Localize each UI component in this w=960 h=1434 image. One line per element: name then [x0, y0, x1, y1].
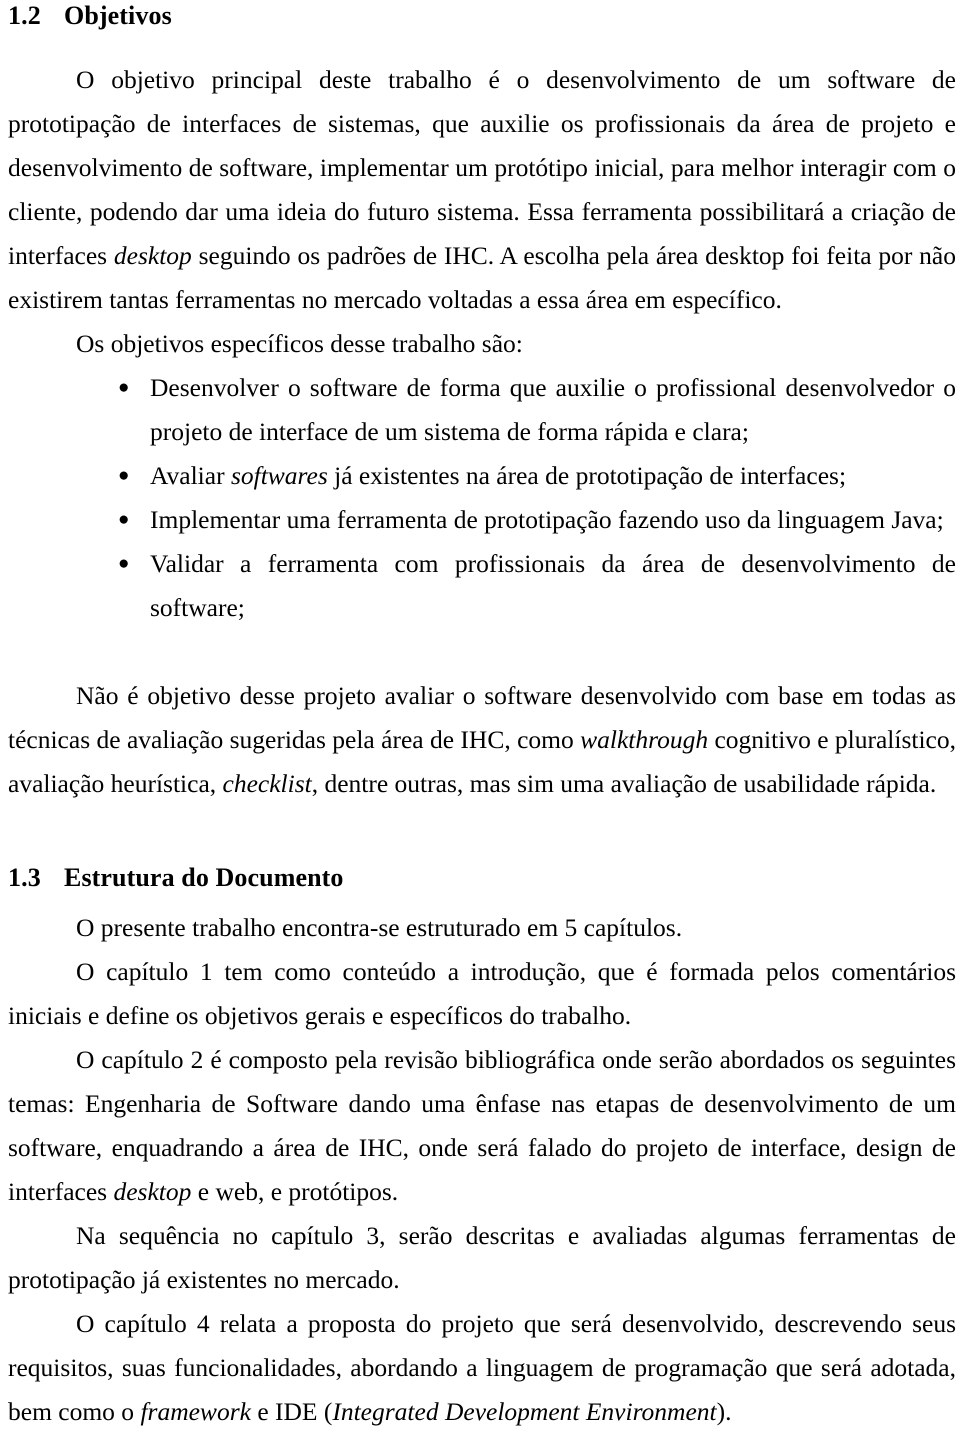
- list-item: ● Validar a ferramenta com profissionais …: [8, 542, 956, 630]
- paragraph-capitulo-1: O capítulo 1 tem como conteúdo a introdu…: [8, 957, 956, 1030]
- paragraph-estrutura-intro: O presente trabalho encontra-se estrutur…: [76, 913, 683, 942]
- bullet-icon: ●: [118, 553, 130, 574]
- paragraph-capitulo-3: Na sequência no capítulo 3, serão descri…: [8, 1221, 956, 1294]
- text-run: e IDE (: [250, 1397, 333, 1426]
- paragraph-nao-e-objetivo: Não é objetivo desse projeto avaliar o s…: [8, 674, 956, 806]
- paragraph-objetivo-principal: O objetivo principal deste trabalho é o …: [8, 58, 956, 322]
- italic-framework: framework: [140, 1397, 251, 1426]
- italic-desktop: desktop: [113, 1177, 192, 1206]
- italic-checklist: checklist: [222, 769, 312, 798]
- text-run: Implementar uma ferramenta de prototipaç…: [150, 505, 944, 534]
- objectives-list: ● Desenvolver o software de forma que aux…: [8, 366, 956, 630]
- section-title: Estrutura do Documento: [64, 863, 344, 892]
- text-run: e web, e protótipos.: [191, 1177, 399, 1206]
- bullet-icon: ●: [118, 465, 130, 486]
- text-run: Avaliar: [150, 461, 231, 490]
- paragraph-capitulo-2: O capítulo 2 é composto pela revisão bib…: [8, 1038, 956, 1214]
- list-item: ● Implementar uma ferramenta de prototipa…: [8, 498, 956, 542]
- text-run: ).: [716, 1397, 732, 1426]
- bullet-icon: ●: [118, 377, 130, 398]
- section-heading-1-2: 1.2 Objetivos: [8, 0, 956, 32]
- bullet-icon: ●: [118, 509, 130, 530]
- italic-walkthrough: walkthrough: [580, 725, 709, 754]
- section-title: Objetivos: [64, 1, 172, 30]
- section-heading-1-3: 1.3 Estrutura do Documento: [8, 862, 956, 894]
- paragraph-capitulo-4: O capítulo 4 relata a proposta do projet…: [8, 1302, 956, 1434]
- document-page: 1.2 Objetivos O objetivo principal deste …: [0, 0, 960, 1426]
- section-number: 1.2: [8, 1, 41, 30]
- paragraph-objetivos-especificos-intro: Os objetivos específicos desse trabalho …: [76, 329, 523, 358]
- italic-ide-expansion: Integrated Development Environment: [332, 1397, 717, 1426]
- list-item: ● Desenvolver o software de forma que aux…: [8, 366, 956, 454]
- italic-desktop: desktop: [113, 241, 192, 270]
- list-item: ● Avaliar softwares já existentes na área…: [8, 454, 956, 498]
- italic-softwares: softwares: [230, 461, 328, 490]
- text-run: Validar a ferramenta com profissionais d…: [150, 549, 956, 622]
- text-run: , dentre outras, mas sim uma avaliação d…: [311, 769, 937, 798]
- section-number: 1.3: [8, 863, 41, 892]
- text-run: O objetivo principal deste trabalho é o …: [8, 65, 956, 270]
- text-run: já existentes na área de prototipação de…: [327, 461, 847, 490]
- text-run: Desenvolver o software de forma que auxi…: [150, 373, 956, 446]
